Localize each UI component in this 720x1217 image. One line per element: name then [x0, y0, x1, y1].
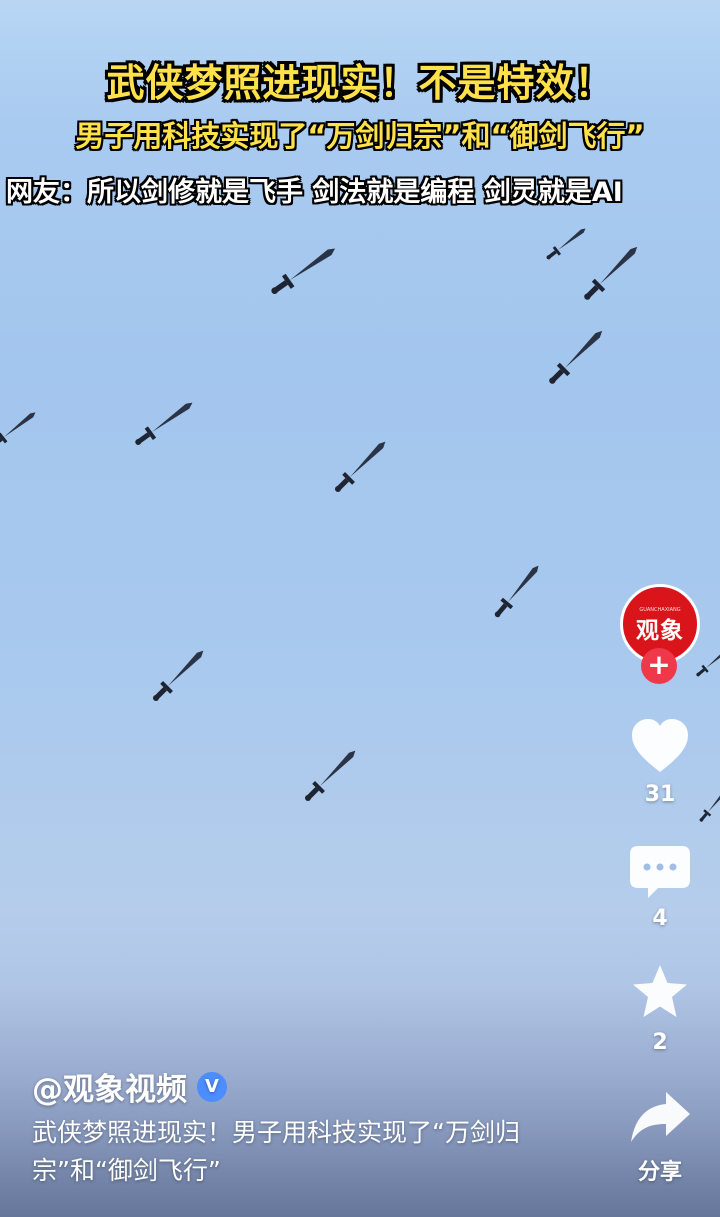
comment-count: 4 [652, 906, 668, 931]
follow-button[interactable]: + [641, 648, 677, 684]
sword-icon [148, 645, 209, 706]
sword-icon [131, 396, 197, 450]
sword-icon [543, 224, 589, 263]
sword-icon [0, 407, 39, 452]
sword-icon [544, 325, 608, 389]
star-icon[interactable] [628, 962, 692, 1022]
favorite-count: 2 [652, 1030, 668, 1055]
plus-icon: + [647, 648, 671, 681]
share-icon[interactable] [628, 1088, 692, 1148]
avatar-small-text: GUANCHAXIANG [639, 607, 681, 613]
sword-icon [579, 241, 643, 305]
sword-icon [490, 561, 544, 621]
sword-icon [300, 745, 361, 806]
author-handle[interactable]: @观象视频 [32, 1064, 187, 1109]
video-subtitle-overlay: 男子用科技实现了“万剑归宗”和“御剑飞行” [75, 119, 645, 153]
video-caption[interactable]: 武侠梦照进现实！男子用科技实现了“万剑归宗”和“御剑飞行” [32, 1114, 572, 1190]
like-count: 31 [644, 782, 676, 807]
author-name[interactable]: @观象视频 V [32, 1064, 227, 1109]
share-label[interactable]: 分享 [618, 1154, 702, 1186]
verified-icon: V [197, 1071, 227, 1102]
avatar-label: 观象 [636, 618, 684, 644]
heart-icon[interactable] [628, 716, 692, 776]
sword-icon [330, 436, 391, 497]
sword-icon [694, 645, 720, 679]
video-player[interactable]: 武侠梦照进现实！不是特效！ 男子用科技实现了“万剑归宗”和“御剑飞行” 网友：所… [0, 0, 720, 1217]
sword-icon [267, 242, 340, 299]
video-title-overlay: 武侠梦照进现实！不是特效！ [106, 61, 614, 105]
comment-icon[interactable] [628, 842, 692, 902]
netizen-comment-overlay: 网友：所以剑修就是飞手 剑法就是编程 剑灵就是AI [6, 177, 623, 208]
